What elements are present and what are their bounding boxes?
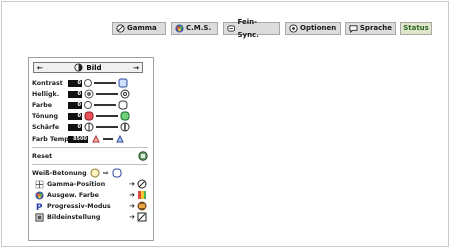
- divider: [32, 147, 148, 148]
- temp-high-icon: [116, 134, 124, 143]
- row-label: Farb Temp: [32, 135, 69, 143]
- value-box: 8500: [68, 135, 88, 143]
- tint-row[interactable]: Tönung 0: [32, 111, 130, 121]
- 3d-mode-icon: [137, 201, 147, 211]
- row-label: Kontrast: [32, 79, 63, 87]
- picture-icon: [74, 63, 83, 72]
- tab-options[interactable]: Optionen: [285, 22, 341, 35]
- row-label: Helligk.: [32, 90, 60, 98]
- arrow-icon: ➔: [129, 180, 135, 188]
- color-row[interactable]: Farbe 0: [32, 100, 128, 110]
- fine-sync-icon: [227, 25, 236, 32]
- slider-bar[interactable]: [96, 115, 118, 117]
- progressive-mode-icon: P: [36, 203, 43, 211]
- options-icon: [289, 24, 298, 33]
- reset-icon: [138, 151, 148, 161]
- brightness-high-icon: [120, 89, 130, 99]
- progressive-mode-row[interactable]: P Progressiv-Modus ➔: [35, 201, 147, 211]
- tab-status[interactable]: Status: [400, 22, 432, 35]
- divider: [32, 164, 148, 165]
- cms-icon: [175, 24, 184, 33]
- picture-setting-icon: [35, 212, 44, 222]
- value-box: 0: [68, 79, 82, 87]
- temp-low-icon: [92, 134, 100, 143]
- gamma-position-icon: [35, 179, 44, 189]
- tab-label: Status: [403, 24, 429, 32]
- svg-text:P: P: [36, 203, 43, 211]
- tab-label: Sprache: [359, 24, 392, 32]
- tab-gamma[interactable]: Gamma: [112, 22, 166, 35]
- value-box: 0: [68, 112, 82, 120]
- color-high-icon: [118, 100, 128, 110]
- tab-label: C.M.S.: [186, 24, 212, 32]
- slider-bar[interactable]: [94, 82, 116, 84]
- arrow-icon: ➔: [129, 213, 135, 221]
- row-label: Bildeinstellung: [47, 213, 101, 221]
- row-label: Ausgew. Farbe: [47, 191, 99, 199]
- value-box: 0: [68, 123, 82, 131]
- sharpness-row[interactable]: Schärfe 0: [32, 122, 130, 132]
- panel-header: ← Bild →: [33, 62, 143, 73]
- right-arrow-icon[interactable]: →: [133, 64, 139, 72]
- color-low-icon: [84, 101, 92, 109]
- row-label: Weiß-Betonung: [32, 169, 87, 177]
- brightness-low-icon: [84, 89, 94, 99]
- row-label: Reset: [32, 152, 53, 160]
- white-boost-icon: [90, 168, 100, 178]
- arrow-icon: ➔: [129, 191, 135, 199]
- arrow-icon: ➔: [129, 202, 135, 210]
- gamma-icon: [137, 179, 147, 189]
- value-box: 0: [68, 90, 82, 98]
- panel-title: Bild: [86, 63, 102, 72]
- tab-language[interactable]: Sprache: [345, 22, 396, 35]
- row-label: Farbe: [32, 101, 53, 109]
- tab-label: Gamma: [127, 24, 157, 32]
- picture-menu-panel: ← Bild → Kontrast 0 Helligk. 0 Farbe 0 T…: [28, 57, 154, 241]
- tint-green-icon: [120, 111, 130, 121]
- row-label: Gamma-Position: [47, 180, 106, 188]
- selected-color-icon: [35, 190, 44, 200]
- picture-setting-row[interactable]: Bildeinstellung ➔: [35, 212, 147, 222]
- arrow-right-icon: ⇨: [103, 169, 109, 177]
- contrast-icon: [84, 79, 92, 87]
- picture-frame-icon: [137, 212, 147, 222]
- selected-color-row[interactable]: Ausgew. Farbe ➔: [35, 190, 147, 200]
- value-box: 0: [68, 101, 82, 109]
- contrast-row[interactable]: Kontrast 0: [32, 78, 128, 88]
- slider-bar[interactable]: [96, 126, 118, 128]
- reset-row[interactable]: Reset: [32, 151, 148, 161]
- color-palette-icon: [138, 191, 146, 199]
- row-label: Schärfe: [32, 123, 60, 131]
- row-label: Tönung: [32, 112, 58, 120]
- sharpness-high-icon: [120, 122, 130, 132]
- gamma-position-row[interactable]: Gamma-Position ➔: [35, 179, 147, 189]
- tab-label: Optionen: [300, 24, 337, 32]
- contrast-high-icon: [118, 78, 128, 88]
- tint-red-icon: [84, 111, 94, 121]
- sharpness-low-icon: [84, 122, 94, 132]
- brightness-row[interactable]: Helligk. 0: [32, 89, 130, 99]
- left-arrow-icon[interactable]: ←: [37, 64, 43, 72]
- slider-bar[interactable]: [103, 138, 113, 140]
- language-icon: [349, 25, 358, 33]
- tab-fine-sync[interactable]: Fein-Sync.: [223, 18, 280, 39]
- white-boost-target-icon: [112, 168, 122, 178]
- slider-bar[interactable]: [96, 93, 118, 95]
- tab-label: Fein-Sync.: [237, 17, 259, 39]
- color-temp-row[interactable]: Farb Temp 8500: [32, 134, 125, 144]
- slider-bar[interactable]: [94, 104, 116, 106]
- gamma-icon: [116, 24, 125, 33]
- tab-cms[interactable]: C.M.S.: [171, 22, 218, 35]
- row-label: Progressiv-Modus: [47, 202, 111, 210]
- white-boost-row[interactable]: Weiß-Betonung ⇨: [32, 168, 148, 178]
